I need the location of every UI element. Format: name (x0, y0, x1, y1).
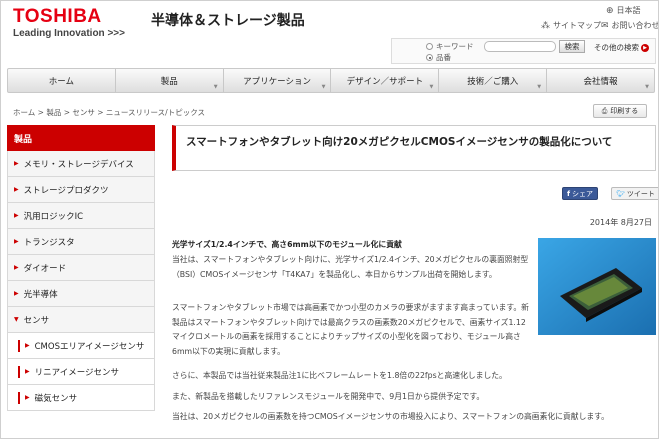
arrow-right-icon: ▶ (14, 212, 19, 219)
article-paragraph-3: さらに、本製品では当社従来製品注1に比べフレームレートを1.8倍の22fpsと高… (172, 371, 507, 380)
article-date: 2014年 8月27日 (589, 218, 652, 227)
search-input[interactable] (484, 41, 556, 52)
radio-keyword-dot[interactable] (426, 43, 433, 50)
arrow-right-icon: ▶ (14, 160, 19, 167)
other-search-link[interactable]: その他の検索 ▶ (594, 42, 649, 53)
caret-down-icon: ▼ (429, 84, 434, 90)
main-nav: ホーム 製品 ▼ アプリケーション ▼ デザイン／サポート ▼ 技術／ご購入 ▼ 会社情… (7, 68, 655, 93)
nav-company[interactable]: 会社情報 ▼ (547, 69, 654, 92)
sitemap-label: サイトマップ (553, 21, 601, 30)
arrow-right-icon: ▶ (25, 342, 30, 349)
breadcrumb[interactable]: ホーム > 製品 > センサ > ニュースリリース/トピックス (13, 107, 205, 118)
contact-label: お問い合わせ (611, 21, 659, 30)
nav-products-label: 製品 (160, 76, 178, 87)
nav-company-label: 会社情報 (583, 76, 618, 87)
sidebar-item-label: 汎用ロジックIC (23, 211, 84, 222)
arrow-right-icon: ▶ (14, 186, 19, 193)
radio-keyword-label: キーワード (436, 42, 474, 51)
sidebar-subitem-linear[interactable]: ▶ リニアイメージセンサ (7, 359, 155, 385)
article-paragraph-4: また、新製品を搭載したリファレンスモジュールを開発中で、9月1日から提供予定です… (172, 392, 485, 401)
caret-down-icon: ▼ (645, 84, 649, 90)
logo-tagline: Leading Innovation >>> (13, 28, 125, 39)
nav-applications[interactable]: アプリケーション ▼ (224, 69, 332, 92)
arrow-right-icon: ▶ (14, 238, 19, 245)
page: TOSHIBA Leading Innovation >>> 半導体＆ストレージ… (0, 0, 659, 439)
active-marker (18, 339, 20, 352)
nav-home-label: ホーム (48, 76, 75, 87)
nav-home[interactable]: ホーム (8, 69, 116, 92)
contact-link[interactable]: ✉ お問い合わせ (601, 20, 659, 31)
active-marker (18, 365, 20, 378)
twitter-share-label: ツイート (626, 189, 655, 198)
twitter-share-button[interactable]: 🐦︎ ツイート (611, 187, 658, 200)
sidebar: 製品 ▶ メモリ・ストレージデバイス ▶ ストレージプロダクツ ▶ 汎用ロジックIC … (7, 125, 155, 411)
sidebar-item-memory[interactable]: ▶ メモリ・ストレージデバイス (7, 151, 155, 177)
arrow-right-icon: ▶ (14, 264, 19, 271)
sidebar-subitem-magnetic[interactable]: ▶ 磁気センサ (7, 385, 155, 411)
nav-tech-purchase[interactable]: 技術／ご購入 ▼ (439, 69, 548, 92)
sidebar-subitem-cmos[interactable]: ▶ CMOSエリアイメージセンサ (7, 333, 155, 359)
sidebar-subitem-label: CMOSエリアイメージセンサ (34, 341, 145, 352)
globe-icon: ⊕ (606, 5, 614, 16)
sensor-image (538, 238, 656, 335)
print-button[interactable]: ⎙ 印刷する (593, 104, 647, 118)
sidebar-item-opto[interactable]: ▶ 光半導体 (7, 281, 155, 307)
site-title: 半導体＆ストレージ製品 (151, 13, 305, 29)
arrow-right-icon: ▶ (14, 290, 19, 297)
language-link[interactable]: ⊕ 日本語 (606, 5, 641, 16)
sidebar-item-transistor[interactable]: ▶ トランジスタ (7, 229, 155, 255)
search-panel: キーワード 品番 検索 その他の検索 ▶ (391, 38, 656, 64)
caret-down-icon: ▼ (213, 84, 218, 90)
sidebar-item-label: ストレージプロダクツ (23, 185, 109, 196)
nav-products[interactable]: 製品 ▼ (116, 69, 224, 92)
sidebar-item-label: センサ (23, 315, 50, 326)
arrow-right-icon: ▶ (25, 368, 30, 375)
sitemap-icon: ⁂ (541, 20, 550, 31)
caret-down-icon: ▼ (537, 84, 542, 90)
sidebar-item-label: 光半導体 (23, 289, 58, 300)
active-marker (18, 391, 20, 404)
toshiba-logo[interactable]: TOSHIBA Leading Innovation >>> (13, 7, 125, 40)
sidebar-subitem-label: リニアイメージセンサ (34, 367, 120, 378)
radio-part-number-label: 品番 (436, 53, 451, 62)
mail-icon: ✉ (601, 20, 609, 31)
sidebar-item-logic[interactable]: ▶ 汎用ロジックIC (7, 203, 155, 229)
other-search-label: その他の検索 (594, 43, 639, 52)
article-paragraph-1: 当社は、スマートフォンやタブレット向けに、光学サイズ1/2.4インチ、20メガピ… (172, 255, 529, 279)
sitemap-link[interactable]: ⁂ サイトマップ (541, 20, 601, 31)
article-paragraph-2: スマートフォンやタブレット市場では高画素でかつ小型のカメラの要求がますます高まっ… (172, 303, 529, 356)
sidebar-header[interactable]: 製品 (7, 125, 155, 151)
print-label: 印刷する (610, 107, 639, 115)
radio-part-number-dot[interactable] (426, 54, 433, 61)
arrow-right-icon: ▶ (25, 394, 30, 401)
radio-part-number[interactable]: 品番 (426, 52, 451, 63)
sidebar-subitem-label: 磁気センサ (34, 393, 78, 404)
chevron-right-icon: ▶ (641, 44, 649, 52)
sidebar-item-storage[interactable]: ▶ ストレージプロダクツ (7, 177, 155, 203)
facebook-share-label: シェア (572, 189, 594, 198)
facebook-share-button[interactable]: f シェア (562, 187, 599, 200)
sidebar-item-label: トランジスタ (23, 237, 75, 248)
sidebar-item-label: メモリ・ストレージデバイス (23, 159, 134, 170)
search-button[interactable]: 検索 (559, 40, 585, 53)
logo-text: TOSHIBA (13, 6, 102, 27)
cmos-sensor-illustration (538, 238, 656, 335)
nav-design-support-label: デザイン／サポート (346, 76, 424, 87)
language-label: 日本語 (616, 6, 641, 15)
nav-tech-purchase-label: 技術／ご購入 (467, 76, 519, 87)
sidebar-item-diode[interactable]: ▶ ダイオード (7, 255, 155, 281)
radio-keyword[interactable]: キーワード (426, 41, 474, 52)
article-paragraph-5: 当社は、20メガピクセルの画素数を持つCMOSイメージセンサの市場投入により、ス… (172, 412, 609, 421)
article-lead: 光学サイズ1/2.4インチで、高さ6mm以下のモジュール化に貢献 (172, 240, 402, 249)
sidebar-item-label: ダイオード (23, 263, 67, 274)
printer-icon: ⎙ (601, 106, 608, 115)
facebook-icon: f (567, 189, 571, 198)
nav-applications-label: アプリケーション (243, 76, 311, 87)
article-title: スマートフォンやタブレット向け20メガピクセルCMOSイメージセンサの製品化につ… (172, 125, 656, 171)
nav-design-support[interactable]: デザイン／サポート ▼ (331, 69, 440, 92)
twitter-icon: 🐦︎ (616, 189, 625, 198)
sidebar-item-sensor[interactable]: ▼ センサ (7, 307, 155, 333)
arrow-down-icon: ▼ (14, 316, 19, 323)
caret-down-icon: ▼ (321, 84, 326, 90)
